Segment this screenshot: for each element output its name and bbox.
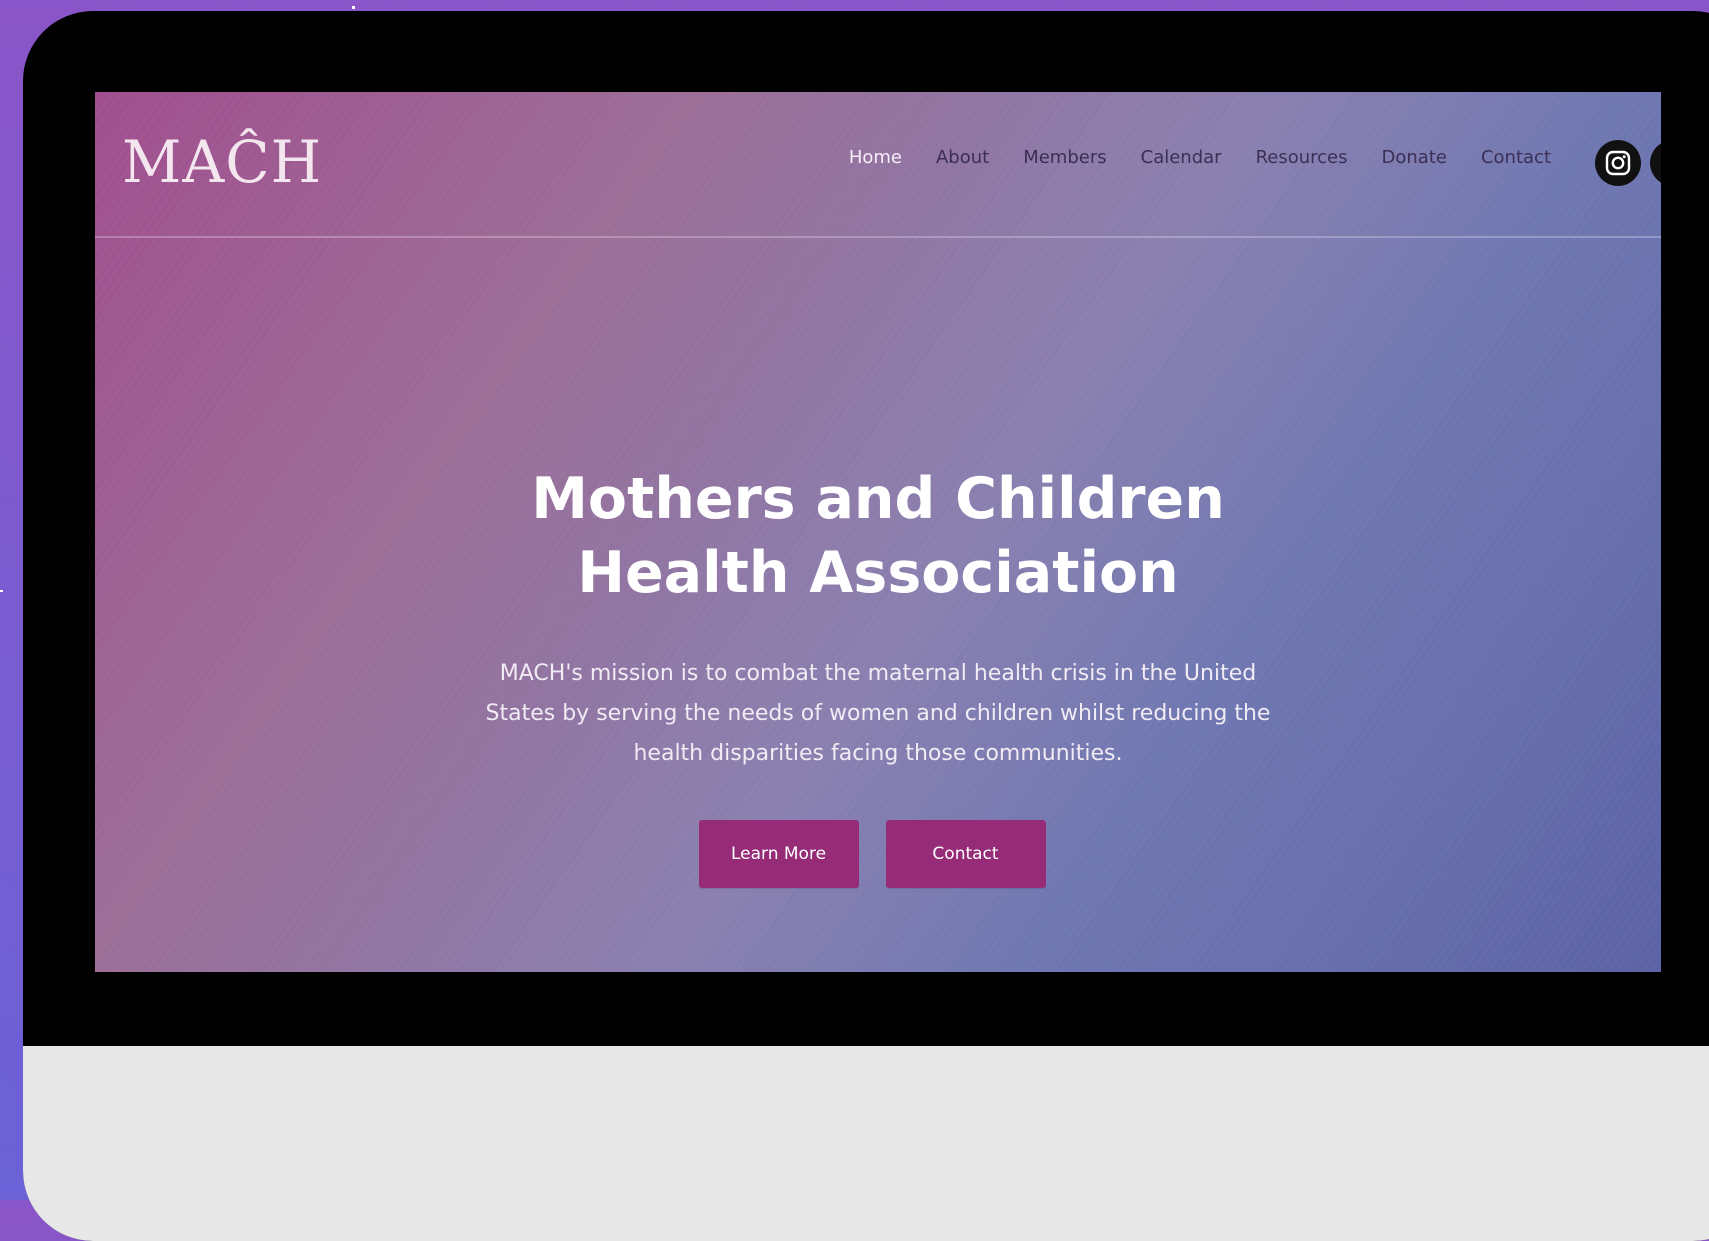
site-logo[interactable]: MAĈH	[122, 128, 322, 196]
contact-button[interactable]: Contact	[885, 820, 1046, 888]
nav-item-contact[interactable]: Contact	[1481, 147, 1551, 168]
nav-item-donate[interactable]: Donate	[1382, 147, 1447, 168]
hero-title-line-2: Health Association	[577, 540, 1179, 606]
decorative-speck	[352, 6, 355, 9]
learn-more-button[interactable]: Learn More	[698, 820, 859, 888]
nav-item-home[interactable]: Home	[849, 147, 902, 168]
social-icon[interactable]	[1650, 140, 1661, 186]
nav-item-about[interactable]: About	[936, 147, 989, 168]
hero-title: Mothers and Children Health Association	[478, 462, 1278, 610]
instagram-glyph	[1605, 150, 1631, 176]
hero-buttons: Learn More Contact	[95, 820, 1655, 888]
hero-section: Mothers and Children Health Association …	[95, 462, 1661, 888]
nav-item-resources[interactable]: Resources	[1256, 147, 1348, 168]
mission-statement: MACH's mission is to combat the maternal…	[485, 661, 1271, 766]
monitor-chin	[23, 1046, 1709, 1241]
hero-title-line-1: Mothers and Children	[531, 466, 1225, 532]
decorative-speck	[0, 590, 3, 592]
website-screen: MAĈH Home About Members Calendar Resourc…	[95, 92, 1661, 972]
monitor-frame: MAĈH Home About Members Calendar Resourc…	[23, 11, 1709, 1241]
nav-item-calendar[interactable]: Calendar	[1141, 147, 1222, 168]
nav-item-members[interactable]: Members	[1023, 147, 1106, 168]
main-nav: Home About Members Calendar Resources Do…	[849, 147, 1551, 168]
instagram-icon[interactable]	[1595, 140, 1641, 186]
site-header: MAĈH Home About Members Calendar Resourc…	[95, 92, 1661, 238]
